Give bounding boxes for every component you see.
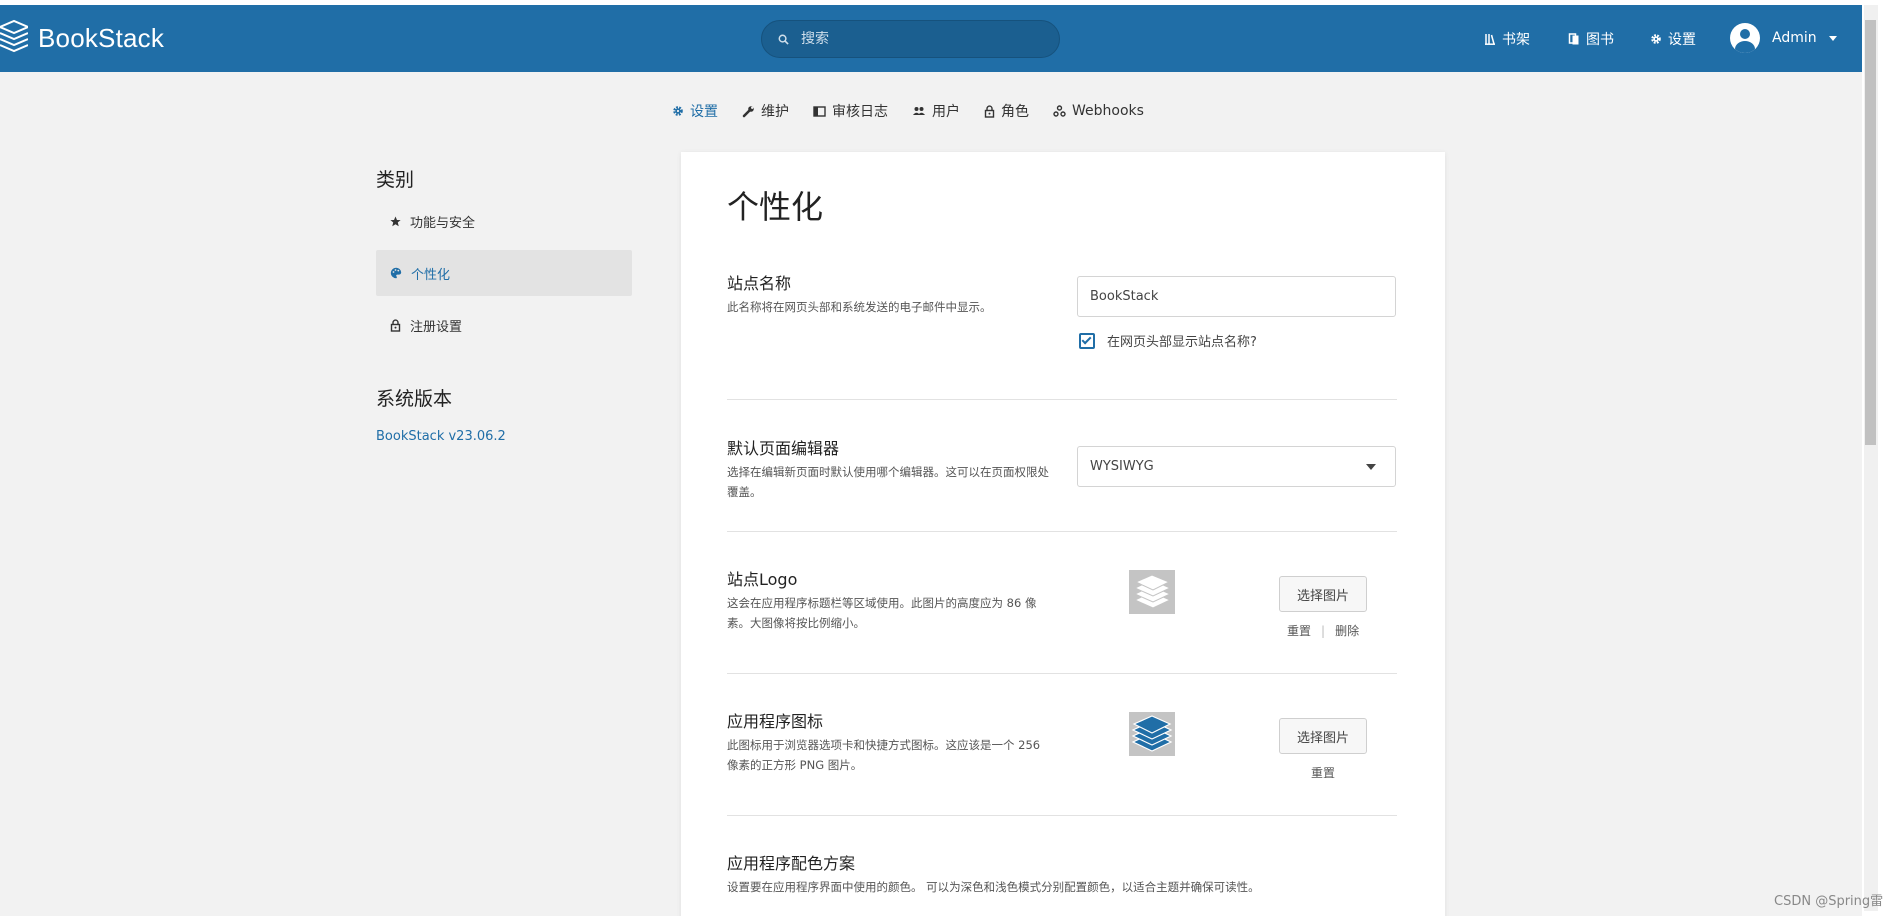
site-name-desc: 此名称将在网页头部和系统发送的电子邮件中显示。	[727, 300, 992, 314]
check-icon	[1081, 334, 1092, 344]
sidebar-item-label: 注册设置	[410, 319, 463, 335]
books-icon	[1568, 33, 1580, 45]
divider	[727, 399, 1397, 400]
show-site-name-checkbox[interactable]	[1079, 332, 1095, 349]
app-icon-preview	[1129, 712, 1175, 756]
search-icon	[778, 30, 789, 49]
palette-icon	[390, 267, 402, 279]
color-scheme-label: 应用程序配色方案	[727, 854, 856, 873]
page-title: 个性化	[727, 188, 824, 226]
tab-settings[interactable]: 设置	[672, 101, 718, 121]
app-icon-actions: 重置	[1311, 764, 1335, 781]
audit-log-icon	[813, 105, 826, 117]
tab-settings-label: 设置	[690, 104, 718, 120]
tab-audit-log[interactable]: 审核日志	[813, 101, 888, 121]
watermark: CSDN @Spring雷	[1774, 894, 1884, 909]
webhooks-icon	[1053, 105, 1066, 117]
user-menu[interactable]: Admin	[1730, 23, 1837, 53]
gear-icon	[1650, 33, 1662, 45]
user-name: Admin	[1772, 30, 1817, 46]
show-site-name-toggle[interactable]: 在网页头部显示站点名称?	[1079, 331, 1257, 350]
button-label: 选择图片	[1296, 588, 1349, 604]
lock-icon	[984, 104, 995, 118]
site-name-field[interactable]: BookStack	[1077, 276, 1396, 317]
search-input[interactable]	[801, 31, 1031, 47]
version-link[interactable]: BookStack v23.06.2	[376, 429, 632, 444]
nav-books-label: 图书	[1586, 32, 1614, 48]
separator: |	[1321, 623, 1326, 638]
top-header: BookStack 书架 图书 设置 Admin	[0, 5, 1862, 72]
shelves-icon	[1484, 33, 1496, 45]
customization-card: 个性化 站点名称 此名称将在网页头部和系统发送的电子邮件中显示。 BookSta…	[681, 152, 1445, 916]
settings-sidebar: 类别 功能与安全 个性化 注册设置 系统版本 BookStack v23.06.…	[376, 165, 632, 444]
sidebar-item-customization[interactable]: 个性化	[376, 250, 632, 296]
color-scheme-desc: 设置要在应用程序界面中使用的颜色。 可以为深色和浅色模式分别配置颜色，以适合主题…	[727, 880, 1260, 894]
nav-settings-label: 设置	[1668, 32, 1696, 48]
nav-shelves[interactable]: 书架	[1484, 29, 1530, 49]
tab-roles-label: 角色	[1001, 104, 1029, 120]
page-scrollbar[interactable]	[1862, 0, 1902, 916]
chevron-down-icon	[1828, 35, 1837, 41]
bookstack-logo-icon	[0, 19, 28, 57]
tab-roles[interactable]: 角色	[984, 101, 1029, 121]
search-box[interactable]	[761, 20, 1060, 58]
site-logo-remove-link[interactable]: 删除	[1335, 622, 1359, 639]
default-editor-value: WYSIWYG	[1090, 459, 1154, 474]
sidebar-item-label: 功能与安全	[410, 215, 476, 231]
tab-users[interactable]: 用户	[912, 101, 960, 121]
chevron-down-icon	[1366, 464, 1376, 470]
app-logo[interactable]: BookStack	[0, 19, 164, 57]
button-label: 选择图片	[1296, 730, 1349, 746]
sidebar-item-features-security[interactable]: 功能与安全	[376, 198, 632, 244]
sidebar-item-label: 个性化	[411, 267, 451, 283]
divider	[727, 815, 1397, 816]
avatar	[1730, 23, 1760, 53]
app-name: BookStack	[38, 22, 165, 53]
gear-icon	[672, 105, 684, 117]
category-heading: 类别	[376, 169, 415, 191]
divider	[727, 673, 1397, 674]
default-editor-select[interactable]: WYSIWYG	[1077, 446, 1396, 487]
show-site-name-label: 在网页头部显示站点名称?	[1107, 335, 1257, 350]
wrench-icon	[742, 105, 755, 118]
site-logo-desc: 这会在应用程序标题栏等区域使用。此图片的高度应为 86 像素。大图像将按比例缩小…	[727, 596, 1037, 630]
site-logo-select-image-button[interactable]: 选择图片	[1279, 576, 1367, 612]
version-heading: 系统版本	[376, 388, 453, 410]
nav-books[interactable]: 图书	[1568, 29, 1614, 49]
tab-webhooks-label: Webhooks	[1072, 103, 1144, 119]
tab-audit-log-label: 审核日志	[832, 104, 888, 120]
site-logo-reset-link[interactable]: 重置	[1287, 622, 1311, 639]
scrollbar-thumb[interactable]	[1865, 20, 1876, 445]
tab-webhooks[interactable]: Webhooks	[1053, 103, 1144, 119]
default-editor-desc: 选择在编辑新页面时默认使用哪个编辑器。这可以在页面权限处覆盖。	[727, 465, 1049, 499]
users-icon	[912, 105, 926, 117]
star-icon	[390, 215, 401, 227]
site-name-value: BookStack	[1090, 289, 1159, 304]
app-icon-select-image-button[interactable]: 选择图片	[1279, 718, 1367, 754]
tab-maintenance-label: 维护	[761, 104, 789, 120]
site-logo-preview	[1129, 570, 1175, 614]
site-logo-actions: 重置 | 删除	[1287, 622, 1359, 639]
lock-icon	[390, 318, 401, 332]
color-scheme-section: 应用程序配色方案 设置要在应用程序界面中使用的颜色。 可以为深色和浅色模式分别配…	[727, 850, 1397, 897]
tab-users-label: 用户	[932, 104, 960, 120]
nav-settings[interactable]: 设置	[1650, 29, 1696, 49]
nav-shelves-label: 书架	[1502, 32, 1530, 48]
app-icon-reset-link[interactable]: 重置	[1311, 764, 1335, 781]
app-icon-desc: 此图标用于浏览器选项卡和快捷方式图标。这应该是一个 256 像素的正方形 PNG…	[727, 738, 1041, 772]
settings-subnav: 设置 维护 审核日志 用户 角色 Webhooks	[672, 101, 1168, 121]
sidebar-item-registration[interactable]: 注册设置	[376, 302, 632, 348]
tab-maintenance[interactable]: 维护	[742, 101, 789, 121]
divider	[727, 531, 1397, 532]
